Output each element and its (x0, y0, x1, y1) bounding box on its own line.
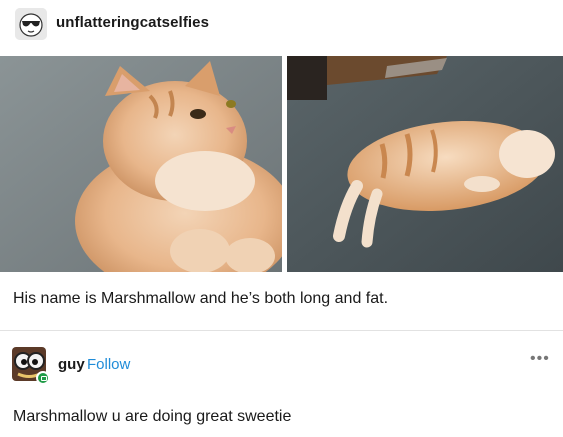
author-avatar-sunglasses-icon[interactable] (15, 8, 47, 40)
photo-set (0, 56, 563, 272)
cat-lying-on-carpet-photo[interactable] (287, 56, 563, 272)
post-author-username[interactable]: unflatteringcatselfies (56, 14, 209, 31)
cat-closeup-photo[interactable] (0, 56, 282, 272)
more-options-icon[interactable]: ••• (530, 350, 550, 368)
reply-text: Marshmallow u are doing great sweetie (13, 408, 292, 425)
community-badge-icon (36, 371, 50, 385)
reply-author-username[interactable]: guy (58, 356, 85, 373)
reply-divider (0, 330, 563, 331)
follow-button[interactable]: Follow (87, 356, 130, 373)
post-caption: His name is Marshmallow and he’s both lo… (13, 290, 389, 307)
post-header: unflatteringcatselfies (0, 0, 563, 52)
